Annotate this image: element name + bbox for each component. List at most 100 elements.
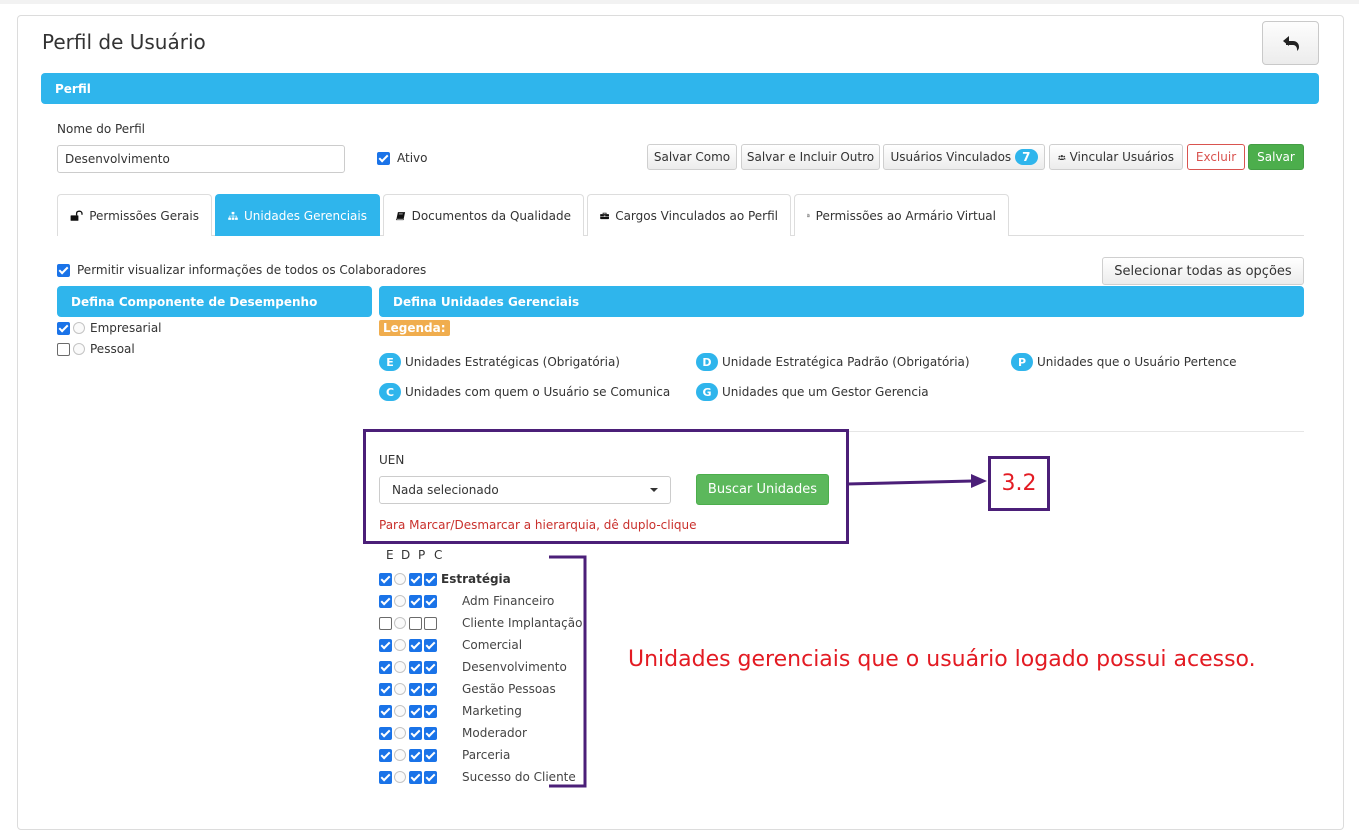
usuarios-vinculados-label: Usuários Vinculados [890,150,1012,164]
legend-text-d: Unidade Estratégica Padrão (Obrigatória) [722,355,970,369]
tree-checkbox-e[interactable] [379,726,392,740]
tree-radio-d[interactable] [394,639,406,651]
empresarial-checkbox[interactable] [57,321,70,335]
page-title: Perfil de Usuário [42,30,206,54]
tab-documentos-qualidade[interactable]: Documentos da Qualidade [383,194,584,236]
tree-checkbox-c[interactable] [424,572,437,586]
tree-checkbox-p[interactable] [409,748,422,762]
excluir-button[interactable]: Excluir [1187,144,1245,170]
tree-row[interactable]: Adm Financeiro [379,590,554,612]
tree-checkbox-e[interactable] [379,638,392,652]
legend-key-g: G [696,383,718,401]
tree-row[interactable]: Estratégia [379,568,511,590]
tree-row[interactable]: Desenvolvimento [379,656,567,678]
componente-item-empresarial[interactable]: Empresarial [57,321,162,335]
tree-radio-d[interactable] [394,727,406,739]
sitemap-icon [228,211,238,220]
tree-row[interactable]: Moderador [379,722,527,744]
tree-radio-d[interactable] [394,573,406,585]
tree-checkbox-c[interactable] [424,616,437,630]
legend-key-c: C [379,383,401,401]
tree-radio-d[interactable] [394,749,406,761]
pessoal-radio[interactable] [73,343,85,355]
componente-item-pessoal[interactable]: Pessoal [57,342,135,356]
vincular-usuarios-button[interactable]: Vincular Usuários [1049,144,1183,170]
column-header-d: D [401,548,411,562]
nome-perfil-input[interactable]: Desenvolvimento [57,145,345,173]
tree-checkbox-e[interactable] [379,660,392,674]
tree-checkbox-e[interactable] [379,748,392,762]
permitir-checkbox[interactable] [57,263,70,277]
tree-checkbox-p[interactable] [409,572,422,586]
tab-permissoes-gerais[interactable]: Permissões Gerais [57,194,212,236]
tree-row[interactable]: Parceria [379,744,510,766]
tree-row-label: Parceria [462,748,511,762]
ativo-checkbox[interactable] [377,151,390,165]
annotation-arrow-icon [846,474,987,488]
usuarios-vinculados-button[interactable]: Usuários Vinculados 7 [883,144,1045,170]
legend-item-g: G Unidades que um Gestor Gerencia [696,383,929,401]
tab-unidades-gerenciais[interactable]: Unidades Gerenciais [215,194,380,236]
tree-radio-d[interactable] [394,617,406,629]
tree-checkbox-c[interactable] [424,682,437,696]
annotation-bracket [549,555,587,788]
tree-checkbox-c[interactable] [424,770,437,784]
tab-armario-virtual[interactable]: Permissões ao Armário Virtual [794,194,1009,236]
back-button[interactable] [1262,21,1319,65]
tree-checkbox-e[interactable] [379,572,392,586]
salvar-button[interactable]: Salvar [1248,144,1304,170]
tree-checkbox-e[interactable] [379,704,392,718]
legend-key-d: D [696,353,718,371]
tree-checkbox-e[interactable] [379,682,392,696]
salvar-como-button[interactable]: Salvar Como [647,144,737,170]
tree-radio-d[interactable] [394,661,406,673]
tree-checkbox-p[interactable] [409,682,422,696]
tree-radio-d[interactable] [394,771,406,783]
annotation-frame [363,429,849,544]
componente-header: Defina Componente de Desempenho [57,286,372,317]
tree-checkbox-p[interactable] [409,726,422,740]
book-icon [396,211,406,220]
ativo-checkbox-group[interactable]: Ativo [377,151,427,165]
tree-checkbox-p[interactable] [409,770,422,784]
tree-checkbox-p[interactable] [409,616,422,630]
permitir-checkbox-group[interactable]: Permitir visualizar informações de todos… [57,263,426,277]
tab-cargos-vinculados-label: Cargos Vinculados ao Perfil [615,208,778,223]
tree-row[interactable]: Gestão Pessoas [379,678,556,700]
undo-arrow-icon [1282,36,1299,51]
users-icon [1058,154,1066,160]
tree-checkbox-e[interactable] [379,616,392,630]
tree-checkbox-p[interactable] [409,660,422,674]
tree-row[interactable]: Comercial [379,634,522,656]
tree-row-label: Adm Financeiro [462,594,555,608]
legend-item-c: C Unidades com quem o Usuário se Comunic… [379,383,670,401]
tree-checkbox-p[interactable] [409,704,422,718]
selecionar-todas-button[interactable]: Selecionar todas as opções [1102,257,1304,285]
vincular-usuarios-label: Vincular Usuários [1069,150,1174,164]
tab-cargos-vinculados[interactable]: Cargos Vinculados ao Perfil [587,194,791,236]
tree-checkbox-e[interactable] [379,770,392,784]
column-header-p: P [418,548,426,562]
tab-unidades-gerenciais-label: Unidades Gerenciais [244,208,367,223]
tree-row[interactable]: Marketing [379,700,522,722]
tree-radio-d[interactable] [394,595,406,607]
legend-text-p: Unidades que o Usuário Pertence [1037,355,1237,369]
tree-checkbox-c[interactable] [424,660,437,674]
tree-checkbox-e[interactable] [379,594,392,608]
empresarial-label: Empresarial [90,321,162,335]
tree-radio-d[interactable] [394,705,406,717]
tree-radio-d[interactable] [394,683,406,695]
pessoal-checkbox[interactable] [57,342,70,356]
tree-checkbox-c[interactable] [424,748,437,762]
tree-checkbox-c[interactable] [424,704,437,718]
perfil-section-header: Perfil [41,73,1319,104]
tree-checkbox-c[interactable] [424,638,437,652]
tree-checkbox-c[interactable] [424,726,437,740]
salvar-incluir-button[interactable]: Salvar e Incluir Outro [741,144,880,170]
legend-text-c: Unidades com quem o Usuário se Comunica [405,385,671,399]
tree-checkbox-p[interactable] [409,638,422,652]
legend-text-e: Unidades Estratégicas (Obrigatória) [405,355,620,369]
empresarial-radio[interactable] [73,322,85,334]
tree-checkbox-p[interactable] [409,594,422,608]
tree-checkbox-c[interactable] [424,594,437,608]
